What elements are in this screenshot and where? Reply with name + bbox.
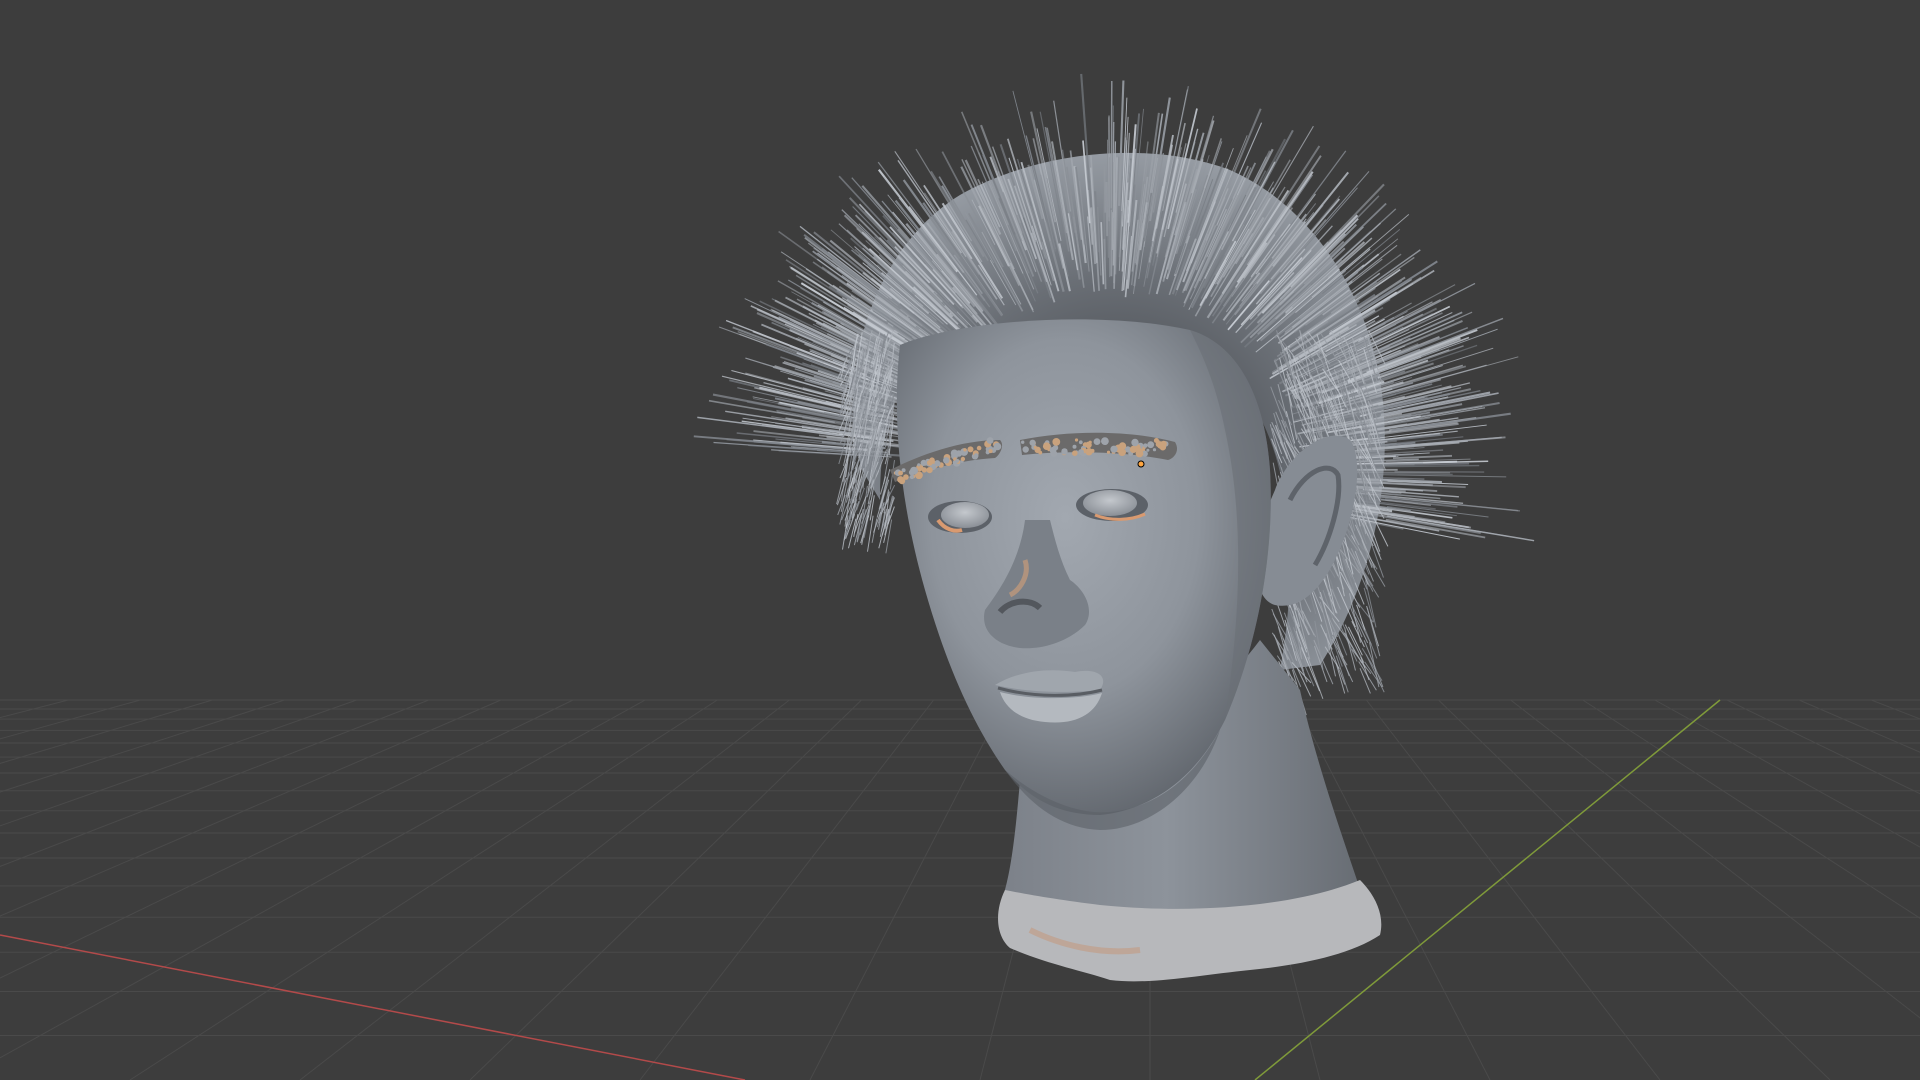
brow-speck [920, 459, 927, 466]
brow-speck [950, 449, 959, 457]
brow-speck [955, 459, 959, 463]
brow-speck [993, 442, 1002, 451]
hair-strand [1387, 515, 1535, 542]
brow-speck [1131, 438, 1139, 447]
brow-speck [1021, 440, 1025, 444]
brow-speck [986, 437, 994, 444]
brow-speck [1090, 448, 1095, 453]
viewport-canvas[interactable] [0, 0, 1920, 1080]
hair-strand [1110, 80, 1113, 209]
brow-speck [1106, 450, 1111, 454]
brow-speck [1093, 438, 1101, 445]
brow-speck [917, 463, 921, 467]
brow-speck [1022, 446, 1029, 453]
hair-strand [1360, 656, 1370, 681]
x-axis-line [0, 934, 746, 1080]
brow-speck [1072, 450, 1078, 457]
brow-speck [1147, 441, 1155, 449]
head-mesh[interactable] [693, 73, 1535, 982]
brow-speck [1078, 449, 1084, 456]
brow-speck [1049, 446, 1057, 454]
brow-speck [1146, 448, 1150, 452]
hair-strand [1105, 181, 1109, 237]
object-origin-dot [1137, 460, 1145, 468]
brow-speck [1101, 437, 1109, 445]
brow-speck [1157, 441, 1165, 449]
hair-strand [869, 495, 875, 521]
brow-speck [1153, 438, 1159, 443]
brow-speck [1061, 448, 1068, 455]
brow-speck [910, 466, 918, 475]
brow-speck [897, 476, 904, 483]
brow-speck [1129, 445, 1137, 453]
brow-speck [1152, 448, 1157, 452]
brow-speck [967, 446, 974, 453]
brow-speck [909, 474, 915, 480]
brow-speck [920, 466, 924, 470]
brow-speck [1110, 445, 1118, 453]
brow-speck [963, 448, 967, 452]
brow-speck [934, 460, 941, 467]
brow-speck [960, 456, 966, 462]
brow-speck [1118, 442, 1127, 450]
brow-speck [1088, 440, 1092, 444]
brow-speck [1143, 443, 1148, 448]
hair-strand [1103, 166, 1107, 213]
brow-speck [1078, 440, 1083, 445]
hair-strand [1335, 655, 1349, 693]
brow-speck [943, 457, 950, 464]
brow-speck [988, 449, 993, 454]
brow-speck [926, 467, 933, 474]
brow-speck [1135, 449, 1144, 458]
floor-grid [0, 699, 1920, 1080]
brow-speck [1074, 438, 1079, 442]
brow-speck [976, 445, 982, 451]
brow-speck [1033, 445, 1037, 449]
brow-speck [1052, 438, 1061, 446]
hair-strand [867, 515, 874, 552]
hair-strand [1378, 474, 1507, 478]
brow-speck [973, 453, 979, 458]
3d-viewport[interactable] [0, 0, 1920, 1080]
brow-speck [929, 457, 935, 464]
brow-speck [898, 470, 903, 476]
hair-strand [1392, 454, 1453, 460]
brow-speck [1072, 444, 1077, 449]
hair-strand [1368, 559, 1386, 587]
